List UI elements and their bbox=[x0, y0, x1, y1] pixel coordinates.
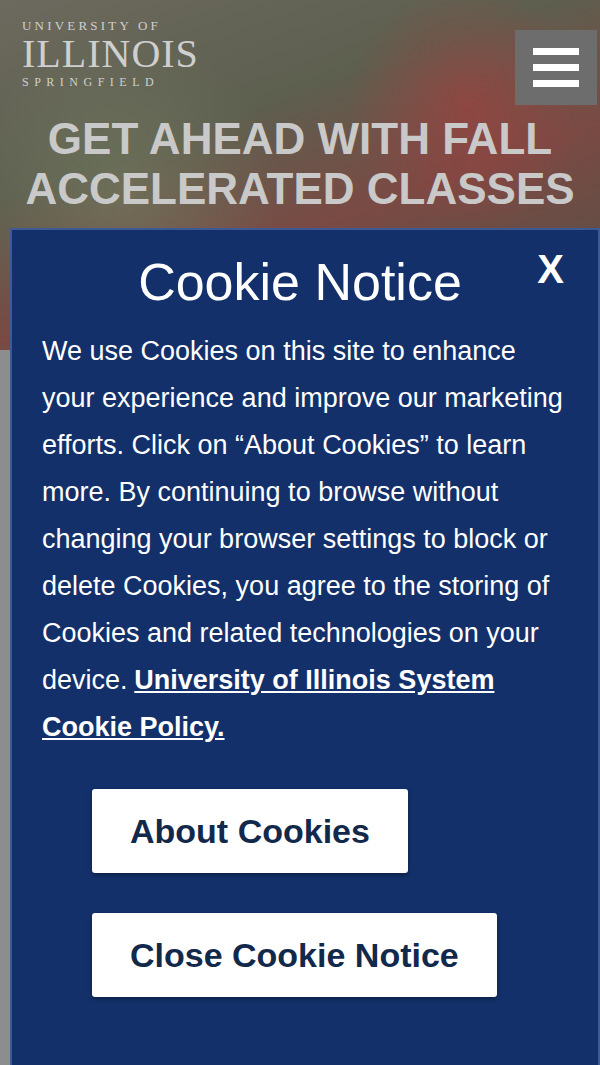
notice-text: We use Cookies on this site to enhance y… bbox=[42, 328, 578, 751]
logo-line: ILLINOIS bbox=[22, 34, 199, 74]
hero-content: UNIVERSITY OFILLINOISSPRINGFIELD GET AHEA… bbox=[0, 0, 600, 214]
close-notice-button[interactable]: Close Cookie Notice bbox=[92, 913, 497, 997]
menu-bar bbox=[533, 64, 579, 71]
logo-line: SPRINGFIELD bbox=[22, 74, 159, 90]
cookie-notice-dialog: Cookie NoticeX We use Cookies on this sit… bbox=[10, 228, 600, 1065]
notice-body: We use Cookies on this site to enhance y… bbox=[42, 336, 563, 695]
about-cookies-button[interactable]: About Cookies bbox=[92, 789, 408, 873]
menu-bar bbox=[533, 48, 579, 55]
logo-line: UNIVERSITY OF bbox=[22, 18, 161, 34]
university-logo[interactable]: UNIVERSITY OFILLINOISSPRINGFIELD bbox=[0, 18, 600, 90]
menu-icon[interactable] bbox=[515, 30, 597, 105]
dialog-title: Cookie Notice bbox=[42, 250, 558, 314]
menu-bar bbox=[533, 80, 579, 87]
hero-headline: GET AHEAD WITH FALL ACCELERATED CLASSES bbox=[0, 114, 600, 214]
close-button[interactable]: X bbox=[537, 246, 564, 292]
dialog-buttons: About Cookies Close Cookie Notice bbox=[42, 789, 578, 997]
